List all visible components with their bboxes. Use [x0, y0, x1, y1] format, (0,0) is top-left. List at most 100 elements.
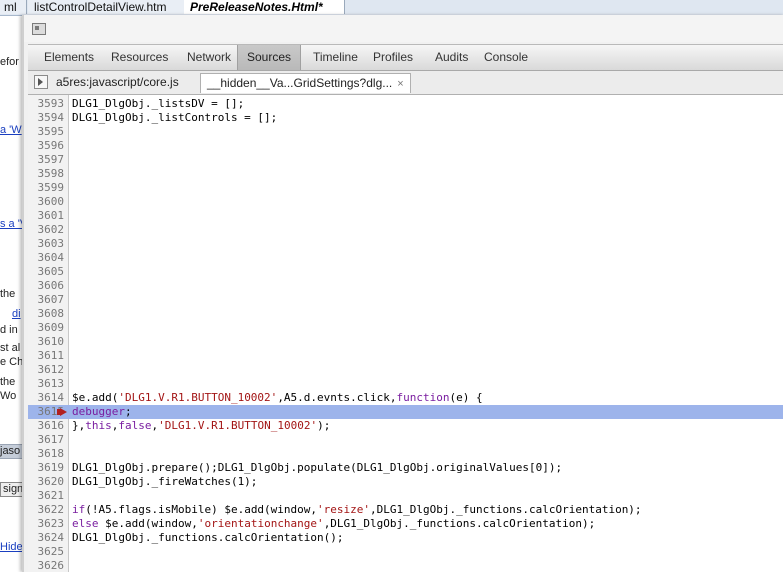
- tab-profiles[interactable]: Profiles: [364, 45, 422, 70]
- source-code-editor[interactable]: 3593 DLG1_DlgObj._listsDV = []; 3594 DLG1_D…: [28, 95, 783, 572]
- line-number[interactable]: 3609: [28, 321, 65, 335]
- line-number[interactable]: 3621: [28, 489, 65, 503]
- code-line[interactable]: 3604: [28, 251, 783, 265]
- code-line[interactable]: 3594 DLG1_DlgObj._listControls = [];: [28, 111, 783, 125]
- breakpoint-arrow-icon[interactable]: [57, 408, 67, 416]
- code-line[interactable]: 3613: [28, 377, 783, 391]
- line-number[interactable]: 3605: [28, 265, 65, 279]
- line-number[interactable]: 3611: [28, 349, 65, 363]
- line-number[interactable]: 3593: [28, 97, 65, 111]
- code-line[interactable]: 3625: [28, 545, 783, 559]
- file-tab-core-js[interactable]: a5res:javascript/core.js: [50, 73, 185, 92]
- line-number[interactable]: 3607: [28, 293, 65, 307]
- dock-icon[interactable]: [32, 23, 46, 35]
- code-line[interactable]: 3616},this,false,'DLG1.V.R1.BUTTON_10002…: [28, 419, 783, 433]
- code-text: DLG1_DlgObj.prepare();DLG1_DlgObj.popula…: [72, 461, 563, 474]
- editor-tab-listcontroldetailview[interactable]: listControlDetailView.htm: [28, 0, 189, 14]
- code-line[interactable]: 3622 if(!A5.flags.isMobile) $e.add(window…: [28, 503, 783, 517]
- code-line[interactable]: 3597: [28, 153, 783, 167]
- code-line[interactable]: 3611: [28, 349, 783, 363]
- line-number[interactable]: 3606: [28, 279, 65, 293]
- line-number[interactable]: 3608: [28, 307, 65, 321]
- code-line[interactable]: 3617: [28, 433, 783, 447]
- code-line[interactable]: 3626: [28, 559, 783, 572]
- code-line[interactable]: 3598: [28, 167, 783, 181]
- tab-sources[interactable]: Sources: [237, 45, 302, 70]
- code-line[interactable]: 3593 DLG1_DlgObj._listsDV = [];: [28, 97, 783, 111]
- file-tab-label: __hidden__Va...GridSettings?dlg...: [207, 76, 393, 90]
- line-number[interactable]: 3626: [28, 559, 65, 572]
- editor-tab-html[interactable]: ml: [0, 0, 27, 14]
- code-line[interactable]: 3607: [28, 293, 783, 307]
- code-line[interactable]: 3600: [28, 195, 783, 209]
- line-number[interactable]: 3622: [28, 503, 65, 517]
- background-sign-button[interactable]: sign: [0, 482, 24, 497]
- line-number[interactable]: 3619: [28, 461, 65, 475]
- tab-timeline[interactable]: Timeline: [304, 45, 367, 70]
- code-text: debugger;: [72, 405, 132, 418]
- code-line[interactable]: 3602: [28, 223, 783, 237]
- line-number[interactable]: 3616: [28, 419, 65, 433]
- devtools-titlebar: [24, 15, 783, 42]
- background-link-fragment[interactable]: Hide: [0, 541, 23, 554]
- line-number[interactable]: 3602: [28, 223, 65, 237]
- code-line[interactable]: 3599: [28, 181, 783, 195]
- close-icon[interactable]: ×: [397, 75, 403, 94]
- line-number[interactable]: 3594: [28, 111, 65, 125]
- line-number[interactable]: 3603: [28, 237, 65, 251]
- tab-elements[interactable]: Elements: [35, 45, 103, 70]
- current-execution-line[interactable]: 3615 debugger;: [28, 405, 783, 419]
- background-link-fragment[interactable]: di: [12, 308, 21, 321]
- line-number[interactable]: 3596: [28, 139, 65, 153]
- line-number[interactable]: 3599: [28, 181, 65, 195]
- line-number[interactable]: 3623: [28, 517, 65, 531]
- code-line[interactable]: 3606: [28, 279, 783, 293]
- editor-tab-prereleasenotes[interactable]: PreReleaseNotes.Html*: [184, 0, 345, 14]
- background-text-fragment: efor: [0, 56, 19, 68]
- line-number[interactable]: 3595: [28, 125, 65, 139]
- line-number[interactable]: 3601: [28, 209, 65, 223]
- code-line[interactable]: 3596: [28, 139, 783, 153]
- code-line[interactable]: 3609: [28, 321, 783, 335]
- line-number[interactable]: 3604: [28, 251, 65, 265]
- line-number[interactable]: 3597: [28, 153, 65, 167]
- line-number[interactable]: 3614: [28, 391, 65, 405]
- background-link-fragment[interactable]: a 'W: [0, 124, 22, 137]
- tab-audits[interactable]: Audits: [426, 45, 477, 70]
- line-number[interactable]: 3600: [28, 195, 65, 209]
- tab-network[interactable]: Network: [178, 45, 240, 70]
- code-text: DLG1_DlgObj._listsDV = [];: [72, 97, 245, 110]
- code-line[interactable]: 3610: [28, 335, 783, 349]
- code-line[interactable]: 3608: [28, 307, 783, 321]
- line-number[interactable]: 3620: [28, 475, 65, 489]
- code-line[interactable]: 3620 DLG1_DlgObj._fireWatches(1);: [28, 475, 783, 489]
- code-line[interactable]: 3601: [28, 209, 783, 223]
- code-line[interactable]: 3619 DLG1_DlgObj.prepare();DLG1_DlgObj.po…: [28, 461, 783, 475]
- background-document-edge: efor a 'W s a 'V the di d in st al e Ch …: [0, 16, 24, 572]
- tab-resources[interactable]: Resources: [102, 45, 177, 70]
- code-line[interactable]: 3621: [28, 489, 783, 503]
- code-line[interactable]: 3605: [28, 265, 783, 279]
- line-number[interactable]: 3610: [28, 335, 65, 349]
- background-link-fragment[interactable]: s a 'V: [0, 218, 24, 231]
- code-line[interactable]: 3624 DLG1_DlgObj._functions.calcOrientati…: [28, 531, 783, 545]
- file-tab-gridsettings[interactable]: __hidden__Va...GridSettings?dlg... ×: [200, 73, 411, 93]
- line-number[interactable]: 3612: [28, 363, 65, 377]
- navigator-toggle-icon[interactable]: [34, 75, 48, 89]
- line-number[interactable]: 3618: [28, 447, 65, 461]
- background-text-fragment: Wo: [0, 390, 17, 402]
- code-line[interactable]: 3623 else $e.add(window,'orientationchang…: [28, 517, 783, 531]
- code-line[interactable]: 3618: [28, 447, 783, 461]
- tab-console[interactable]: Console: [475, 45, 537, 70]
- line-number[interactable]: 3617: [28, 433, 65, 447]
- line-number[interactable]: 3624: [28, 531, 65, 545]
- line-number[interactable]: 3613: [28, 377, 65, 391]
- background-text-fragment: jaso: [0, 444, 24, 459]
- code-line[interactable]: 3603: [28, 237, 783, 251]
- code-line[interactable]: 3595: [28, 125, 783, 139]
- line-number[interactable]: 3598: [28, 167, 65, 181]
- source-file-tabbar: a5res:javascript/core.js __hidden__Va...…: [28, 71, 783, 95]
- line-number[interactable]: 3625: [28, 545, 65, 559]
- code-line[interactable]: 3614 $e.add('DLG1.V.R1.BUTTON_10002',A5.d…: [28, 391, 783, 405]
- code-line[interactable]: 3612: [28, 363, 783, 377]
